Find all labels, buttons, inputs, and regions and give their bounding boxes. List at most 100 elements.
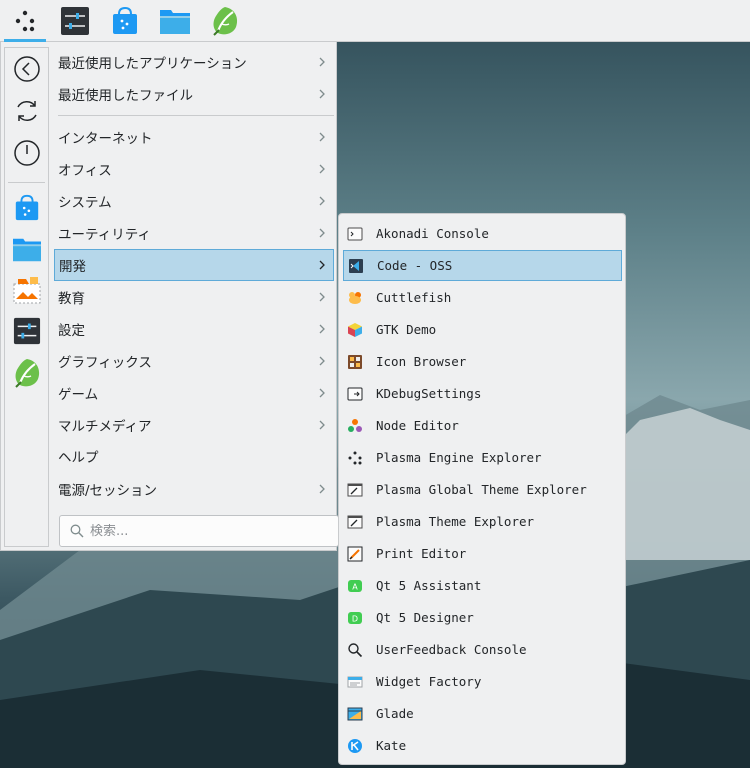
- chevron-right-icon: [319, 292, 325, 302]
- category-label: 教育: [58, 291, 85, 307]
- back-arrow-icon: [13, 56, 40, 82]
- theme-explorer-icon: [347, 515, 363, 528]
- category-multimedia[interactable]: マルチメディア: [54, 409, 334, 441]
- power-icon: [13, 140, 40, 166]
- widget-factory-icon: [347, 676, 363, 687]
- app-userfeedback-console[interactable]: UserFeedback Console: [343, 634, 622, 665]
- terminal-icon: [347, 227, 363, 240]
- task-leaf-app[interactable]: [200, 0, 250, 42]
- development-submenu: Akonadi Console Code - OSS Cuttlefish GT…: [338, 213, 626, 765]
- app-label: Print Editor: [376, 546, 467, 561]
- app-cuttlefish[interactable]: Cuttlefish: [343, 282, 622, 313]
- category-label: インターネット: [58, 131, 153, 147]
- dolphin-folder-icon: [12, 238, 41, 262]
- app-akonadi-console[interactable]: Akonadi Console: [343, 218, 622, 249]
- app-plasma-engine-explorer[interactable]: Plasma Engine Explorer: [343, 442, 622, 473]
- category-help[interactable]: ヘルプ: [54, 440, 334, 472]
- icon-browser-icon: [348, 354, 362, 369]
- category-label: グラフィックス: [58, 355, 152, 371]
- discover-store-icon: [113, 6, 137, 34]
- app-code-oss[interactable]: Code - OSS: [343, 250, 622, 281]
- app-label: Plasma Theme Explorer: [376, 514, 535, 529]
- chevron-right-icon: [319, 356, 325, 366]
- chevron-right-icon: [319, 132, 325, 142]
- app-widget-factory[interactable]: Widget Factory: [343, 666, 622, 697]
- app-kdebugsettings[interactable]: KDebugSettings: [343, 378, 622, 409]
- category-development[interactable]: 開発: [54, 249, 334, 281]
- category-recent-apps[interactable]: 最近使用したアプリケーション: [54, 46, 334, 78]
- system-settings-icon: [13, 317, 40, 345]
- category-graphics[interactable]: グラフィックス: [54, 345, 334, 377]
- app-label: Plasma Global Theme Explorer: [376, 482, 587, 497]
- discover-store-icon: [15, 194, 38, 221]
- chevron-right-icon: [319, 196, 325, 206]
- app-label: Icon Browser: [376, 354, 467, 369]
- app-qt5-assistant[interactable]: A Qt 5 Assistant: [343, 570, 622, 601]
- app-kate[interactable]: Kate: [343, 730, 622, 761]
- category-education[interactable]: 教育: [54, 281, 334, 313]
- top-panel: [0, 0, 750, 42]
- category-office[interactable]: オフィス: [54, 153, 334, 185]
- task-discover[interactable]: [100, 0, 150, 42]
- category-label: マルチメディア: [58, 419, 152, 435]
- plasma-engine-icon: [348, 451, 362, 464]
- qt-designer-icon: D: [348, 611, 362, 624]
- app-glade[interactable]: Glade: [343, 698, 622, 729]
- category-label: 開発: [59, 259, 86, 275]
- app-label: Glade: [376, 706, 414, 721]
- cuttlefish-icon: [349, 291, 361, 304]
- qt-assistant-icon: A: [348, 579, 362, 592]
- app-node-editor[interactable]: Node Editor: [343, 410, 622, 441]
- favorite-screenshot[interactable]: [5, 271, 48, 309]
- app-label: Widget Factory: [376, 674, 482, 689]
- category-label: ユーティリティ: [58, 227, 151, 243]
- search-field[interactable]: [59, 515, 339, 547]
- application-launcher-icon: [15, 10, 35, 31]
- favorite-system-settings[interactable]: [5, 312, 48, 350]
- category-settings[interactable]: 設定: [54, 313, 334, 345]
- app-label: Qt 5 Designer: [376, 610, 474, 625]
- kate-icon: [348, 738, 362, 753]
- app-label: Plasma Engine Explorer: [376, 450, 542, 465]
- app-label: Node Editor: [376, 418, 459, 433]
- app-plasma-theme-explorer[interactable]: Plasma Theme Explorer: [343, 506, 622, 537]
- category-internet[interactable]: インターネット: [54, 121, 334, 153]
- app-icon-browser[interactable]: Icon Browser: [343, 346, 622, 377]
- app-label: Code - OSS: [377, 258, 453, 273]
- chevron-right-icon: [319, 324, 325, 334]
- application-launcher-button[interactable]: [0, 0, 50, 42]
- category-games[interactable]: ゲーム: [54, 377, 334, 409]
- svg-text:D: D: [352, 614, 358, 623]
- favorite-discover[interactable]: [5, 189, 48, 227]
- favorite-leaf-app[interactable]: [5, 354, 48, 392]
- category-recent-files[interactable]: 最近使用したファイル: [54, 78, 334, 110]
- favorite-dolphin[interactable]: [5, 230, 48, 268]
- system-settings-icon: [61, 6, 89, 35]
- category-label: オフィス: [58, 163, 112, 179]
- category-label: 最近使用したファイル: [58, 88, 193, 104]
- app-gtk-demo[interactable]: GTK Demo: [343, 314, 622, 345]
- app-label: Cuttlefish: [376, 290, 452, 305]
- refresh-button[interactable]: [5, 92, 48, 130]
- svg-text:A: A: [352, 582, 358, 591]
- app-plasma-global-theme-explorer[interactable]: Plasma Global Theme Explorer: [343, 474, 622, 505]
- debug-settings-icon: [347, 387, 363, 400]
- category-power-session[interactable]: 電源/セッション: [54, 473, 334, 505]
- category-utilities[interactable]: ユーティリティ: [54, 217, 334, 249]
- app-qt5-designer[interactable]: D Qt 5 Designer: [343, 602, 622, 633]
- power-button[interactable]: [5, 134, 48, 172]
- dolphin-folder-icon: [160, 9, 190, 34]
- chevron-right-icon: [319, 260, 325, 270]
- app-print-editor[interactable]: Print Editor: [343, 538, 622, 569]
- chevron-right-icon: [319, 57, 325, 67]
- leaf-icon: [213, 6, 238, 36]
- app-label: KDebugSettings: [376, 386, 482, 401]
- back-button[interactable]: [5, 50, 48, 88]
- task-system-settings[interactable]: [50, 0, 100, 42]
- search-input[interactable]: [90, 523, 320, 539]
- leaf-icon: [14, 359, 39, 388]
- chevron-right-icon: [319, 420, 325, 430]
- task-dolphin[interactable]: [150, 0, 200, 42]
- category-label: ヘルプ: [58, 450, 99, 466]
- category-system[interactable]: システム: [54, 185, 334, 217]
